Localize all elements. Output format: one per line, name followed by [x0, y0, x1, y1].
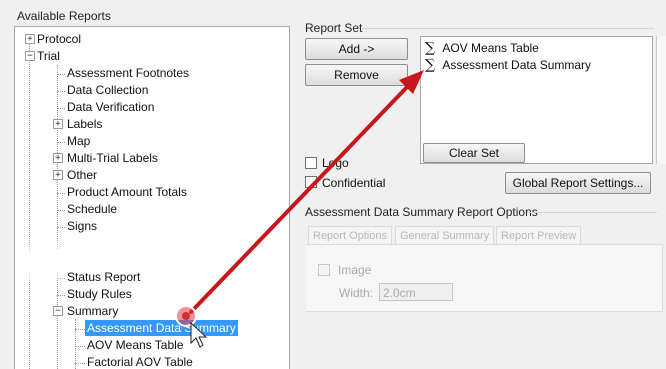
tree-item-protocol[interactable]: Protocol [37, 31, 81, 47]
available-reports-tree[interactable]: + Protocol − Trial Assessment Footnotes … [14, 26, 290, 369]
report-set-label: Report Set [305, 21, 363, 35]
tree-item-other[interactable]: Other [67, 167, 97, 183]
remove-button[interactable]: Remove [305, 64, 408, 86]
logo-label: Logo [322, 156, 349, 170]
report-set-item-label: AOV Means Table [442, 41, 539, 55]
tree-line [57, 193, 65, 194]
tree-line [75, 363, 85, 364]
tree-line [57, 74, 65, 75]
confidential-label: Confidential [322, 176, 386, 190]
confidential-checkbox[interactable] [305, 176, 317, 188]
tree-line [75, 329, 85, 330]
tab-report-options[interactable]: Report Options [308, 226, 392, 245]
add-button[interactable]: Add -> [305, 38, 408, 60]
report-options-title: Assessment Data Summary Report Options [305, 205, 538, 219]
collapse-icon[interactable]: − [25, 51, 35, 61]
available-reports-label: Available Reports [17, 9, 111, 23]
sigma-icon: ∑ [425, 40, 435, 56]
width-input[interactable]: 2.0cm [379, 283, 453, 301]
tree-line [57, 210, 65, 211]
tree-line [57, 295, 65, 296]
tree-item-trial[interactable]: Trial [37, 48, 60, 64]
tab-report-preview[interactable]: Report Preview [496, 226, 582, 245]
collapse-icon[interactable]: − [53, 306, 63, 316]
tree-item-status-report[interactable]: Status Report [67, 269, 140, 285]
tree-line [75, 346, 85, 347]
image-label: Image [338, 263, 372, 277]
expand-icon[interactable]: + [53, 170, 63, 180]
expand-icon[interactable]: + [53, 153, 63, 163]
expand-icon[interactable]: + [25, 34, 35, 44]
tree-item-data-verification[interactable]: Data Verification [67, 99, 154, 115]
tree-item-signs[interactable]: Signs [67, 218, 97, 234]
tree-line [57, 108, 65, 109]
tab-general-summary[interactable]: General Summary [395, 226, 495, 245]
clear-set-button[interactable]: Clear Set [423, 143, 525, 163]
report-options-groupline [527, 212, 657, 213]
width-label: Width: [339, 286, 374, 300]
blurred-region [15, 239, 289, 283]
tree-line [57, 227, 65, 228]
expand-icon[interactable]: + [53, 119, 63, 129]
logo-checkbox[interactable] [305, 157, 317, 169]
partial-panel-edge [656, 36, 666, 164]
tree-line [57, 91, 65, 92]
tree-item-assessment-footnotes[interactable]: Assessment Footnotes [67, 65, 189, 81]
tree-line [57, 275, 58, 369]
tree-item-aov-means-table[interactable]: AOV Means Table [87, 337, 184, 353]
report-set-item-label: Assessment Data Summary [442, 58, 592, 72]
report-set-groupline [362, 28, 654, 29]
tree-item-schedule[interactable]: Schedule [67, 201, 117, 217]
tree-item-product-amount-totals[interactable]: Product Amount Totals [67, 184, 187, 200]
tree-item-multi-trial-labels[interactable]: Multi-Trial Labels [67, 150, 158, 166]
tree-item-data-collection[interactable]: Data Collection [67, 82, 148, 98]
tree-item-study-rules[interactable]: Study Rules [67, 286, 132, 302]
tree-item-map[interactable]: Map [67, 133, 90, 149]
report-set-item[interactable]: ∑ AOV Means Table [425, 40, 539, 56]
tree-item-labels[interactable]: Labels [67, 116, 102, 132]
tree-item-assessment-data-summary[interactable]: Assessment Data Summary [85, 320, 238, 336]
global-report-settings-button[interactable]: Global Report Settings... [505, 172, 651, 194]
tree-line [29, 59, 30, 369]
report-options-panel [306, 244, 663, 312]
tree-item-summary[interactable]: Summary [67, 303, 118, 319]
tree-item-factorial-aov-table[interactable]: Factorial AOV Table [87, 354, 193, 369]
tree-line [57, 142, 65, 143]
report-set-list[interactable]: ∑ AOV Means Table ∑ Assessment Data Summ… [420, 36, 653, 164]
image-checkbox[interactable] [318, 264, 330, 276]
sigma-icon: ∑ [425, 57, 435, 73]
tree-line [75, 319, 76, 369]
report-set-item[interactable]: ∑ Assessment Data Summary [425, 57, 591, 73]
